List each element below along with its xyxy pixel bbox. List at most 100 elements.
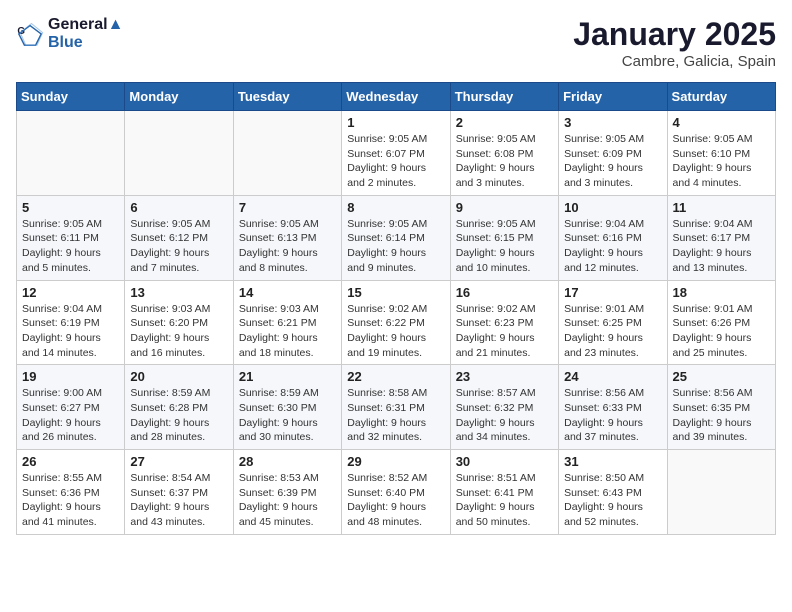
day-number: 17 (564, 285, 661, 300)
day-info: Sunrise: 9:03 AM Sunset: 6:21 PM Dayligh… (239, 302, 336, 361)
day-number: 5 (22, 200, 119, 215)
day-number: 29 (347, 454, 444, 469)
title-block: January 2025 Cambre, Galicia, Spain (573, 16, 776, 70)
day-number: 25 (673, 369, 770, 384)
weekday-header-thursday: Thursday (450, 83, 558, 111)
calendar-cell (233, 111, 341, 196)
day-info: Sunrise: 8:53 AM Sunset: 6:39 PM Dayligh… (239, 471, 336, 530)
day-info: Sunrise: 8:59 AM Sunset: 6:28 PM Dayligh… (130, 386, 227, 445)
calendar-week-row: 26 Sunrise: 8:55 AM Sunset: 6:36 PM Dayli… (17, 450, 776, 535)
weekday-header-monday: Monday (125, 83, 233, 111)
logo-text: General▲ Blue (48, 16, 123, 51)
day-number: 31 (564, 454, 661, 469)
calendar-week-row: 19 Sunrise: 9:00 AM Sunset: 6:27 PM Dayli… (17, 365, 776, 450)
day-number: 7 (239, 200, 336, 215)
weekday-header-wednesday: Wednesday (342, 83, 450, 111)
calendar-week-row: 12 Sunrise: 9:04 AM Sunset: 6:19 PM Dayli… (17, 280, 776, 365)
location: Cambre, Galicia, Spain (573, 53, 776, 70)
calendar-cell: 29 Sunrise: 8:52 AM Sunset: 6:40 PM Dayli… (342, 450, 450, 535)
day-number: 11 (673, 200, 770, 215)
day-number: 15 (347, 285, 444, 300)
day-number: 23 (456, 369, 553, 384)
calendar-cell: 11 Sunrise: 9:04 AM Sunset: 6:17 PM Dayli… (667, 195, 775, 280)
day-number: 21 (239, 369, 336, 384)
calendar-cell: 21 Sunrise: 8:59 AM Sunset: 6:30 PM Dayli… (233, 365, 341, 450)
calendar-cell: 25 Sunrise: 8:56 AM Sunset: 6:35 PM Dayli… (667, 365, 775, 450)
day-number: 26 (22, 454, 119, 469)
calendar-cell (17, 111, 125, 196)
day-number: 27 (130, 454, 227, 469)
day-number: 4 (673, 115, 770, 130)
weekday-header-row: SundayMondayTuesdayWednesdayThursdayFrid… (17, 83, 776, 111)
day-info: Sunrise: 9:00 AM Sunset: 6:27 PM Dayligh… (22, 386, 119, 445)
calendar-cell (125, 111, 233, 196)
day-info: Sunrise: 8:59 AM Sunset: 6:30 PM Dayligh… (239, 386, 336, 445)
day-info: Sunrise: 8:54 AM Sunset: 6:37 PM Dayligh… (130, 471, 227, 530)
day-info: Sunrise: 8:52 AM Sunset: 6:40 PM Dayligh… (347, 471, 444, 530)
day-info: Sunrise: 8:55 AM Sunset: 6:36 PM Dayligh… (22, 471, 119, 530)
calendar-cell: 27 Sunrise: 8:54 AM Sunset: 6:37 PM Dayli… (125, 450, 233, 535)
day-info: Sunrise: 9:04 AM Sunset: 6:19 PM Dayligh… (22, 302, 119, 361)
calendar-week-row: 1 Sunrise: 9:05 AM Sunset: 6:07 PM Daylig… (17, 111, 776, 196)
day-info: Sunrise: 8:51 AM Sunset: 6:41 PM Dayligh… (456, 471, 553, 530)
day-number: 28 (239, 454, 336, 469)
day-info: Sunrise: 8:56 AM Sunset: 6:33 PM Dayligh… (564, 386, 661, 445)
day-number: 8 (347, 200, 444, 215)
calendar-cell: 24 Sunrise: 8:56 AM Sunset: 6:33 PM Dayli… (559, 365, 667, 450)
calendar-table: SundayMondayTuesdayWednesdayThursdayFrid… (16, 82, 776, 535)
day-info: Sunrise: 9:05 AM Sunset: 6:14 PM Dayligh… (347, 217, 444, 276)
calendar-cell: 10 Sunrise: 9:04 AM Sunset: 6:16 PM Dayli… (559, 195, 667, 280)
calendar-cell: 7 Sunrise: 9:05 AM Sunset: 6:13 PM Daylig… (233, 195, 341, 280)
day-info: Sunrise: 9:04 AM Sunset: 6:17 PM Dayligh… (673, 217, 770, 276)
day-info: Sunrise: 9:04 AM Sunset: 6:16 PM Dayligh… (564, 217, 661, 276)
calendar-cell (667, 450, 775, 535)
day-info: Sunrise: 9:05 AM Sunset: 6:09 PM Dayligh… (564, 132, 661, 191)
calendar-cell: 12 Sunrise: 9:04 AM Sunset: 6:19 PM Dayli… (17, 280, 125, 365)
calendar-cell: 2Sunrise: 9:05 AM Sunset: 6:08 PM Daylig… (450, 111, 558, 196)
day-info: Sunrise: 8:57 AM Sunset: 6:32 PM Dayligh… (456, 386, 553, 445)
calendar-cell: 22Sunrise: 8:58 AM Sunset: 6:31 PM Dayli… (342, 365, 450, 450)
calendar-cell: 6 Sunrise: 9:05 AM Sunset: 6:12 PM Daylig… (125, 195, 233, 280)
weekday-header-sunday: Sunday (17, 83, 125, 111)
day-info: Sunrise: 9:05 AM Sunset: 6:08 PM Dayligh… (456, 132, 553, 191)
calendar-cell: 26 Sunrise: 8:55 AM Sunset: 6:36 PM Dayli… (17, 450, 125, 535)
calendar-cell: 3 Sunrise: 9:05 AM Sunset: 6:09 PM Daylig… (559, 111, 667, 196)
day-info: Sunrise: 9:01 AM Sunset: 6:25 PM Dayligh… (564, 302, 661, 361)
calendar-week-row: 5 Sunrise: 9:05 AM Sunset: 6:11 PM Daylig… (17, 195, 776, 280)
day-number: 24 (564, 369, 661, 384)
calendar-cell: 28 Sunrise: 8:53 AM Sunset: 6:39 PM Dayli… (233, 450, 341, 535)
calendar-cell: 15 Sunrise: 9:02 AM Sunset: 6:22 PM Dayli… (342, 280, 450, 365)
day-number: 14 (239, 285, 336, 300)
calendar-cell: 31 Sunrise: 8:50 AM Sunset: 6:43 PM Dayli… (559, 450, 667, 535)
day-number: 30 (456, 454, 553, 469)
day-number: 3 (564, 115, 661, 130)
calendar-cell: 4Sunrise: 9:05 AM Sunset: 6:10 PM Daylig… (667, 111, 775, 196)
day-info: Sunrise: 9:05 AM Sunset: 6:12 PM Dayligh… (130, 217, 227, 276)
calendar-cell: 20 Sunrise: 8:59 AM Sunset: 6:28 PM Dayli… (125, 365, 233, 450)
day-number: 20 (130, 369, 227, 384)
calendar-cell: 18Sunrise: 9:01 AM Sunset: 6:26 PM Dayli… (667, 280, 775, 365)
day-info: Sunrise: 9:01 AM Sunset: 6:26 PM Dayligh… (673, 302, 770, 361)
day-number: 13 (130, 285, 227, 300)
day-info: Sunrise: 8:50 AM Sunset: 6:43 PM Dayligh… (564, 471, 661, 530)
day-number: 12 (22, 285, 119, 300)
day-number: 19 (22, 369, 119, 384)
day-number: 6 (130, 200, 227, 215)
day-info: Sunrise: 9:05 AM Sunset: 6:11 PM Dayligh… (22, 217, 119, 276)
calendar-cell: 14 Sunrise: 9:03 AM Sunset: 6:21 PM Dayli… (233, 280, 341, 365)
day-number: 1 (347, 115, 444, 130)
day-info: Sunrise: 9:05 AM Sunset: 6:15 PM Dayligh… (456, 217, 553, 276)
logo: G General▲ Blue (16, 16, 123, 51)
day-info: Sunrise: 9:05 AM Sunset: 6:07 PM Dayligh… (347, 132, 444, 191)
calendar-cell: 1 Sunrise: 9:05 AM Sunset: 6:07 PM Daylig… (342, 111, 450, 196)
day-info: Sunrise: 8:58 AM Sunset: 6:31 PM Dayligh… (347, 386, 444, 445)
logo-icon: G (16, 20, 44, 48)
day-info: Sunrise: 8:56 AM Sunset: 6:35 PM Dayligh… (673, 386, 770, 445)
day-info: Sunrise: 9:05 AM Sunset: 6:13 PM Dayligh… (239, 217, 336, 276)
calendar-cell: 23 Sunrise: 8:57 AM Sunset: 6:32 PM Dayli… (450, 365, 558, 450)
day-number: 9 (456, 200, 553, 215)
day-info: Sunrise: 9:02 AM Sunset: 6:23 PM Dayligh… (456, 302, 553, 361)
weekday-header-friday: Friday (559, 83, 667, 111)
day-info: Sunrise: 9:02 AM Sunset: 6:22 PM Dayligh… (347, 302, 444, 361)
day-number: 10 (564, 200, 661, 215)
